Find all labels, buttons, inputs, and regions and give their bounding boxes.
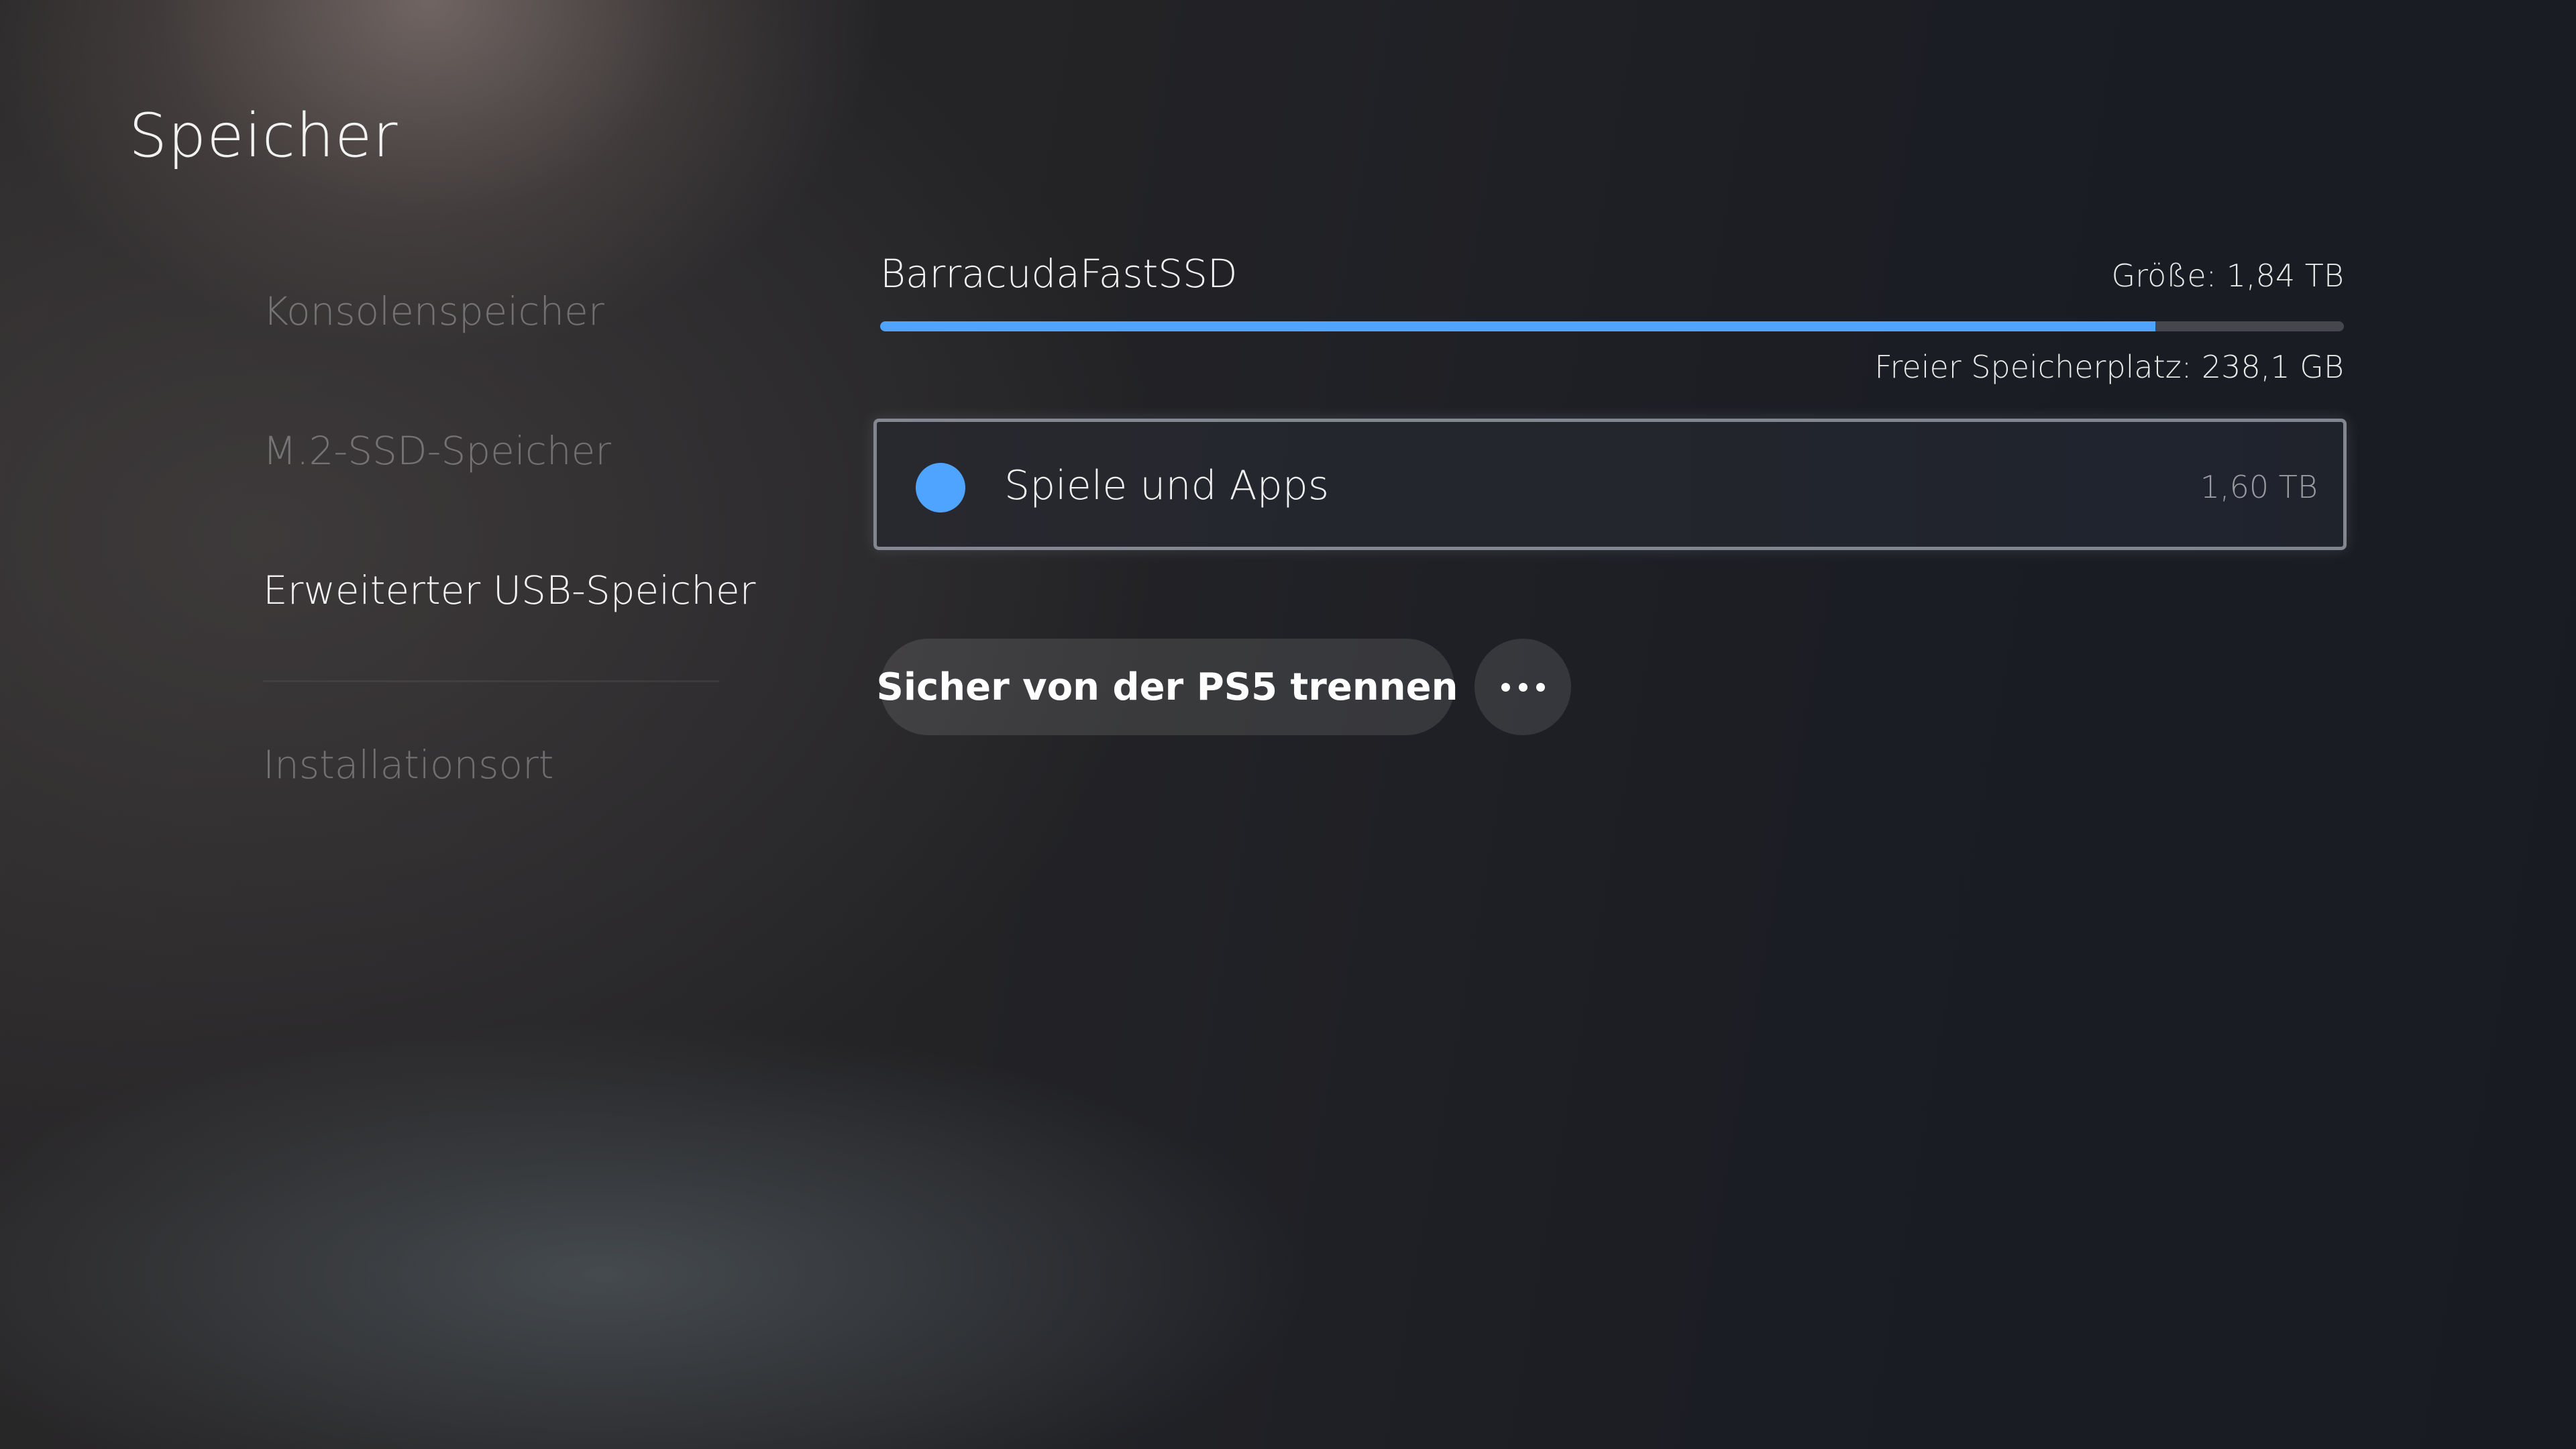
sidebar-divider (263, 680, 719, 682)
sidebar-item-m2-ssd-storage[interactable]: M.2-SSD-Speicher (263, 428, 611, 474)
storage-settings-screen: Speicher Konsolenspeicher M.2-SSD-Speich… (0, 0, 2576, 1449)
category-games-and-apps[interactable]: Spiele und Apps 1,60 TB (873, 419, 2347, 550)
free-space-label: Freier Speicherplatz: 238,1 GB (1874, 349, 2344, 385)
category-label: Spiele und Apps (1004, 462, 1330, 509)
sidebar-item-install-location[interactable]: Installationsort (263, 742, 554, 788)
sidebar-item-console-storage[interactable]: Konsolenspeicher (263, 288, 604, 334)
more-options-icon (1501, 682, 1545, 692)
safely-disconnect-button[interactable]: Sicher von der PS5 trennen (877, 639, 1458, 735)
category-color-dot (916, 463, 965, 513)
storage-usage-bar (880, 321, 2344, 331)
drive-name: BarracudaFastSSD (880, 251, 1238, 297)
category-size: 1,60 TB (2200, 469, 2318, 505)
drive-size: Größe: 1,84 TB (2111, 258, 2344, 294)
more-options-button[interactable] (1474, 639, 1571, 735)
storage-usage-fill (880, 321, 2155, 331)
safely-disconnect-label: Sicher von der PS5 trennen (876, 665, 1458, 709)
sidebar-item-usb-extended-storage[interactable]: Erweiterter USB-Speicher (263, 568, 756, 613)
page-title: Speicher (129, 101, 398, 171)
